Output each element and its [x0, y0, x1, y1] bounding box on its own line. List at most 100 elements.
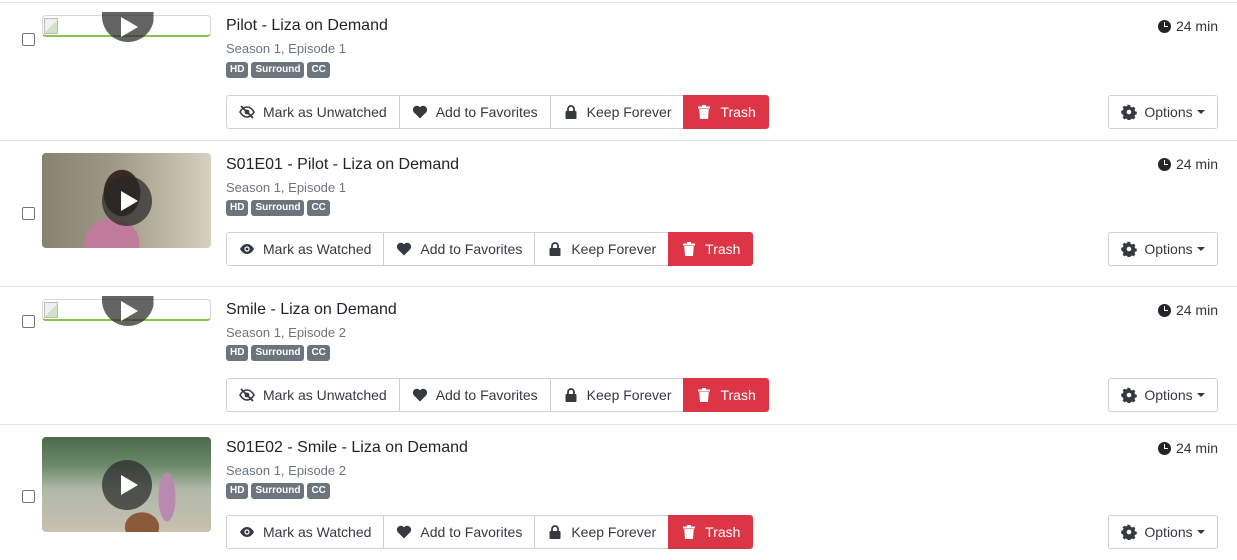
- trash-button[interactable]: Trash: [683, 95, 769, 129]
- caret-down-icon: [1196, 530, 1205, 534]
- episode-subtitle: Season 1, Episode 1: [226, 180, 346, 195]
- gear-icon: [1121, 241, 1138, 257]
- options-dropdown-button[interactable]: Options: [1108, 232, 1218, 266]
- action-button-group: Mark as Watched Add to Favorites Keep Fo…: [226, 515, 754, 549]
- episode-row: Pilot - Liza on Demand Season 1, Episode…: [0, 2, 1237, 140]
- cc-badge: CC: [307, 483, 330, 499]
- select-checkbox[interactable]: [22, 490, 35, 503]
- keep-forever-label: Keep Forever: [586, 104, 672, 120]
- badge-list: HD Surround CC: [226, 62, 330, 78]
- add-to-favorites-button[interactable]: Add to Favorites: [398, 378, 551, 412]
- hd-badge: HD: [226, 62, 249, 78]
- trash-button[interactable]: Trash: [683, 378, 769, 412]
- badge-list: HD Surround CC: [226, 200, 330, 216]
- keep-forever-button[interactable]: Keep Forever: [549, 95, 685, 129]
- heart-icon: [397, 242, 412, 256]
- cc-badge: CC: [307, 345, 330, 361]
- duration-label: 24 min: [1175, 18, 1218, 34]
- duration-label: 24 min: [1175, 440, 1218, 456]
- episode-subtitle: Season 1, Episode 2: [226, 463, 346, 478]
- action-button-group: Mark as Watched Add to Favorites Keep Fo…: [226, 232, 754, 266]
- mark-watched-label: Mark as Watched: [263, 524, 372, 540]
- select-checkbox[interactable]: [22, 315, 35, 328]
- badge-list: HD Surround CC: [226, 345, 330, 361]
- trash-label: Trash: [705, 524, 741, 540]
- options-dropdown-button[interactable]: Options: [1108, 378, 1218, 412]
- trash-label: Trash: [720, 387, 756, 403]
- lock-icon: [565, 105, 577, 119]
- caret-down-icon: [1196, 393, 1205, 397]
- episode-thumbnail[interactable]: [42, 153, 211, 248]
- options-label: Options: [1144, 387, 1193, 403]
- play-icon[interactable]: [101, 459, 152, 510]
- add-to-favorites-button[interactable]: Add to Favorites: [383, 232, 536, 266]
- caret-down-icon: [1196, 247, 1205, 251]
- lock-icon: [565, 388, 577, 402]
- surround-badge: Surround: [251, 62, 305, 78]
- options-label: Options: [1144, 104, 1193, 120]
- episode-thumbnail[interactable]: [42, 437, 211, 532]
- action-button-group: Mark as Unwatched Add to Favorites Keep …: [226, 95, 769, 129]
- options-label: Options: [1144, 241, 1193, 257]
- add-to-favorites-label: Add to Favorites: [420, 524, 523, 540]
- episode-row: S01E01 - Pilot - Liza on Demand Season 1…: [0, 140, 1237, 286]
- hd-badge: HD: [226, 200, 249, 216]
- caret-down-icon: [1196, 110, 1205, 114]
- keep-forever-button[interactable]: Keep Forever: [549, 378, 685, 412]
- gear-icon: [1121, 104, 1138, 120]
- add-to-favorites-label: Add to Favorites: [435, 387, 538, 403]
- select-checkbox[interactable]: [22, 207, 35, 220]
- surround-badge: Surround: [251, 483, 305, 499]
- mark-unwatched-button[interactable]: Mark as Unwatched: [226, 378, 400, 412]
- mark-watched-button[interactable]: Mark as Watched: [226, 515, 385, 549]
- heart-icon: [412, 388, 427, 402]
- play-icon[interactable]: [101, 12, 154, 42]
- lock-icon: [549, 242, 561, 256]
- clock-icon: [1157, 157, 1171, 171]
- eye-slash-icon: [239, 388, 255, 402]
- episode-row: S01E02 - Smile - Liza on Demand Season 1…: [0, 424, 1237, 560]
- cc-badge: CC: [307, 62, 330, 78]
- keep-forever-button[interactable]: Keep Forever: [534, 232, 670, 266]
- episode-title[interactable]: Smile - Liza on Demand: [226, 301, 397, 319]
- surround-badge: Surround: [251, 200, 305, 216]
- clock-icon: [1157, 19, 1171, 33]
- episode-title[interactable]: S01E02 - Smile - Liza on Demand: [226, 439, 468, 457]
- add-to-favorites-button[interactable]: Add to Favorites: [383, 515, 536, 549]
- mark-unwatched-button[interactable]: Mark as Unwatched: [226, 95, 400, 129]
- select-checkbox[interactable]: [22, 33, 35, 46]
- options-dropdown-button[interactable]: Options: [1108, 95, 1218, 129]
- clock-icon: [1157, 303, 1171, 317]
- broken-image-icon: [44, 302, 58, 318]
- episode-thumbnail[interactable]: [42, 12, 211, 42]
- trash-icon: [698, 388, 711, 402]
- trash-icon: [683, 242, 696, 256]
- episode-subtitle: Season 1, Episode 2: [226, 325, 346, 340]
- surround-badge: Surround: [251, 345, 305, 361]
- trash-button[interactable]: Trash: [668, 232, 754, 266]
- badge-list: HD Surround CC: [226, 483, 330, 499]
- trash-button[interactable]: Trash: [668, 515, 754, 549]
- cc-badge: CC: [307, 200, 330, 216]
- mark-watched-button[interactable]: Mark as Watched: [226, 232, 385, 266]
- duration: 24 min: [1157, 156, 1218, 172]
- mark-unwatched-label: Mark as Unwatched: [263, 387, 387, 403]
- episode-title[interactable]: Pilot - Liza on Demand: [226, 17, 388, 35]
- episode-thumbnail[interactable]: [42, 296, 211, 326]
- duration-label: 24 min: [1175, 156, 1218, 172]
- options-dropdown-button[interactable]: Options: [1108, 515, 1218, 549]
- gear-icon: [1121, 524, 1138, 540]
- lock-icon: [549, 525, 561, 539]
- play-icon[interactable]: [101, 175, 152, 226]
- play-icon[interactable]: [101, 296, 154, 326]
- duration-label: 24 min: [1175, 302, 1218, 318]
- duration: 24 min: [1157, 18, 1218, 34]
- add-to-favorites-label: Add to Favorites: [435, 104, 538, 120]
- broken-image-icon: [44, 18, 58, 34]
- episode-subtitle: Season 1, Episode 1: [226, 41, 346, 56]
- add-to-favorites-button[interactable]: Add to Favorites: [398, 95, 551, 129]
- keep-forever-button[interactable]: Keep Forever: [534, 515, 670, 549]
- duration: 24 min: [1157, 440, 1218, 456]
- episode-title[interactable]: S01E01 - Pilot - Liza on Demand: [226, 156, 459, 174]
- trash-icon: [683, 525, 696, 539]
